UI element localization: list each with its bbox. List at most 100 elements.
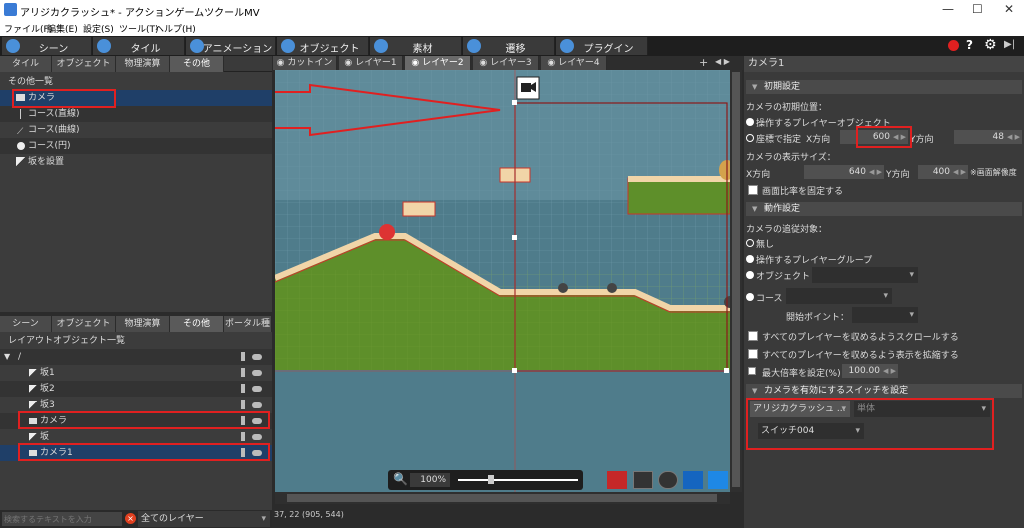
lock-icon[interactable] — [241, 368, 245, 377]
clear-icon[interactable]: × — [125, 513, 136, 524]
minimize-button[interactable]: — — [942, 2, 954, 16]
magnifier-icon[interactable]: 🔍 — [393, 472, 408, 486]
course-select[interactable] — [786, 288, 892, 304]
play-icon[interactable]: ▶| — [1004, 39, 1015, 50]
tree-item-slope2[interactable]: 坂2 — [0, 381, 272, 397]
record-icon[interactable] — [948, 40, 959, 51]
tree-item-camera[interactable]: カメラ — [0, 413, 272, 429]
menu-settings[interactable]: 設定(S) — [83, 22, 114, 35]
tab-object-layout[interactable]: オブジェクト — [52, 316, 116, 332]
max-zoom-field[interactable]: 100.00 — [842, 364, 898, 378]
checkbox-tool-icon[interactable] — [708, 471, 728, 489]
menu-file[interactable]: ファイル(F) — [4, 22, 52, 35]
eye-icon[interactable] — [252, 402, 262, 408]
tab-portal[interactable]: ポータル種 — [224, 316, 272, 332]
tree-item-slope1[interactable]: 坂1 — [0, 365, 272, 381]
list-item-circle-course[interactable]: コース(円) — [0, 138, 272, 154]
object-select[interactable] — [812, 267, 918, 283]
tree-root[interactable]: ▼ / — [0, 349, 272, 365]
layer-tab-1[interactable]: ◉ レイヤー1 — [339, 56, 403, 70]
tab-physics-layout[interactable]: 物理演算 — [116, 316, 170, 332]
transfer-icon[interactable] — [633, 471, 653, 489]
max-zoom-checkbox[interactable] — [748, 367, 756, 375]
radio-player-object[interactable] — [746, 118, 754, 126]
list-item-camera[interactable]: カメラ — [0, 90, 272, 106]
menu-help[interactable]: ヘルプ(H) — [155, 22, 196, 35]
tab-material[interactable]: 素材 — [370, 37, 462, 55]
section-action[interactable]: 動作設定 — [746, 202, 1022, 216]
list-item-line-course[interactable]: コース(直線) — [0, 106, 272, 122]
magnet-icon[interactable] — [658, 471, 678, 489]
zoom-slider[interactable] — [458, 479, 578, 481]
x-field[interactable]: 600 — [840, 130, 908, 144]
radio-follow-none[interactable] — [746, 239, 754, 247]
tab-object[interactable]: オブジェクト — [277, 37, 369, 55]
tab-object-list[interactable]: オブジェクト — [52, 56, 116, 72]
eye-icon[interactable] — [252, 370, 262, 376]
zoom-all-checkbox[interactable] — [748, 349, 758, 359]
switch-project-select[interactable]: アリジカクラッシュ ... — [750, 401, 850, 417]
tab-scroll-icon[interactable]: ◀ ▶ — [715, 57, 730, 66]
radio-follow-group[interactable] — [746, 255, 754, 263]
tab-other-list[interactable]: その他 — [170, 56, 224, 72]
switch-select[interactable]: スイッチ004 — [758, 423, 864, 439]
tab-scene-list[interactable]: シーン — [0, 316, 52, 332]
layer-filter-select[interactable]: 全てのレイヤー — [138, 511, 270, 527]
tab-other-layout[interactable]: その他 — [170, 316, 224, 332]
menu-tools[interactable]: ツール(T) — [119, 22, 159, 35]
close-button[interactable]: ✕ — [1004, 2, 1014, 16]
radio-coords[interactable] — [746, 134, 754, 142]
fix-ratio-checkbox[interactable] — [748, 185, 758, 195]
lock-icon[interactable] — [241, 352, 245, 361]
start-point-select[interactable] — [852, 307, 918, 323]
radio-follow-course[interactable] — [746, 293, 754, 301]
eye-icon[interactable] — [252, 418, 262, 424]
horizontal-scrollbar[interactable] — [275, 492, 730, 504]
width-field[interactable]: 640 — [804, 165, 884, 179]
switch-type-select[interactable]: 単体 — [854, 401, 990, 417]
eye-icon[interactable] — [252, 434, 262, 440]
list-item-curve-course[interactable]: ⟋ コース(曲線) — [0, 122, 272, 138]
tree-item-camera1[interactable]: カメラ1 — [0, 445, 272, 461]
zoom-value[interactable]: 100% — [410, 473, 450, 487]
search-input[interactable] — [2, 512, 122, 526]
section-switch[interactable]: カメラを有効にするスイッチを設定 — [746, 384, 1022, 398]
eraser-icon[interactable] — [607, 471, 627, 489]
lock-icon[interactable] — [241, 448, 245, 457]
lock-icon[interactable] — [241, 400, 245, 409]
layer-tab-2[interactable]: ◉ レイヤー2 — [405, 56, 471, 70]
grid-icon[interactable] — [683, 471, 703, 489]
tab-tile[interactable]: タイル — [93, 37, 185, 55]
tab-tile-list[interactable]: タイル — [0, 56, 52, 72]
lock-icon[interactable] — [241, 416, 245, 425]
tree-item-slope[interactable]: 坂 — [0, 429, 272, 445]
gear-icon[interactable]: ⚙ — [984, 37, 997, 53]
zoom-slider-handle[interactable] — [488, 475, 494, 484]
scroll-all-checkbox[interactable] — [748, 331, 758, 341]
help-icon[interactable]: ? — [966, 38, 973, 52]
map-canvas[interactable] — [275, 70, 730, 492]
lock-icon[interactable] — [241, 384, 245, 393]
add-layer-icon[interactable]: + — [699, 56, 708, 69]
tab-animation[interactable]: アニメーション — [186, 37, 276, 55]
lock-icon[interactable] — [241, 432, 245, 441]
menu-edit[interactable]: 編集(E) — [47, 22, 78, 35]
tab-physics-list[interactable]: 物理演算 — [116, 56, 170, 72]
section-initial[interactable]: 初期設定 — [746, 80, 1022, 94]
list-item-slope[interactable]: 坂を設置 — [0, 154, 272, 170]
tab-scene[interactable]: シーン — [2, 37, 92, 55]
tab-plugin[interactable]: プラグイン — [556, 37, 648, 55]
tree-item-slope3[interactable]: 坂3 — [0, 397, 272, 413]
layer-tab-3[interactable]: ◉ レイヤー3 — [473, 56, 539, 70]
eye-icon[interactable] — [252, 450, 262, 456]
eye-icon[interactable] — [252, 354, 262, 360]
maximize-button[interactable]: ☐ — [972, 2, 983, 16]
eye-icon[interactable] — [252, 386, 262, 392]
layer-tab-4[interactable]: ◉ レイヤー4 — [541, 56, 607, 70]
y-field[interactable]: 48 — [954, 130, 1022, 144]
vertical-scrollbar[interactable] — [730, 70, 742, 492]
layer-tab-cutin[interactable]: ◉ カットイン — [273, 56, 337, 70]
tab-transition[interactable]: 遷移 — [463, 37, 555, 55]
radio-follow-object[interactable] — [746, 271, 754, 279]
height-field[interactable]: 400 — [918, 165, 968, 179]
